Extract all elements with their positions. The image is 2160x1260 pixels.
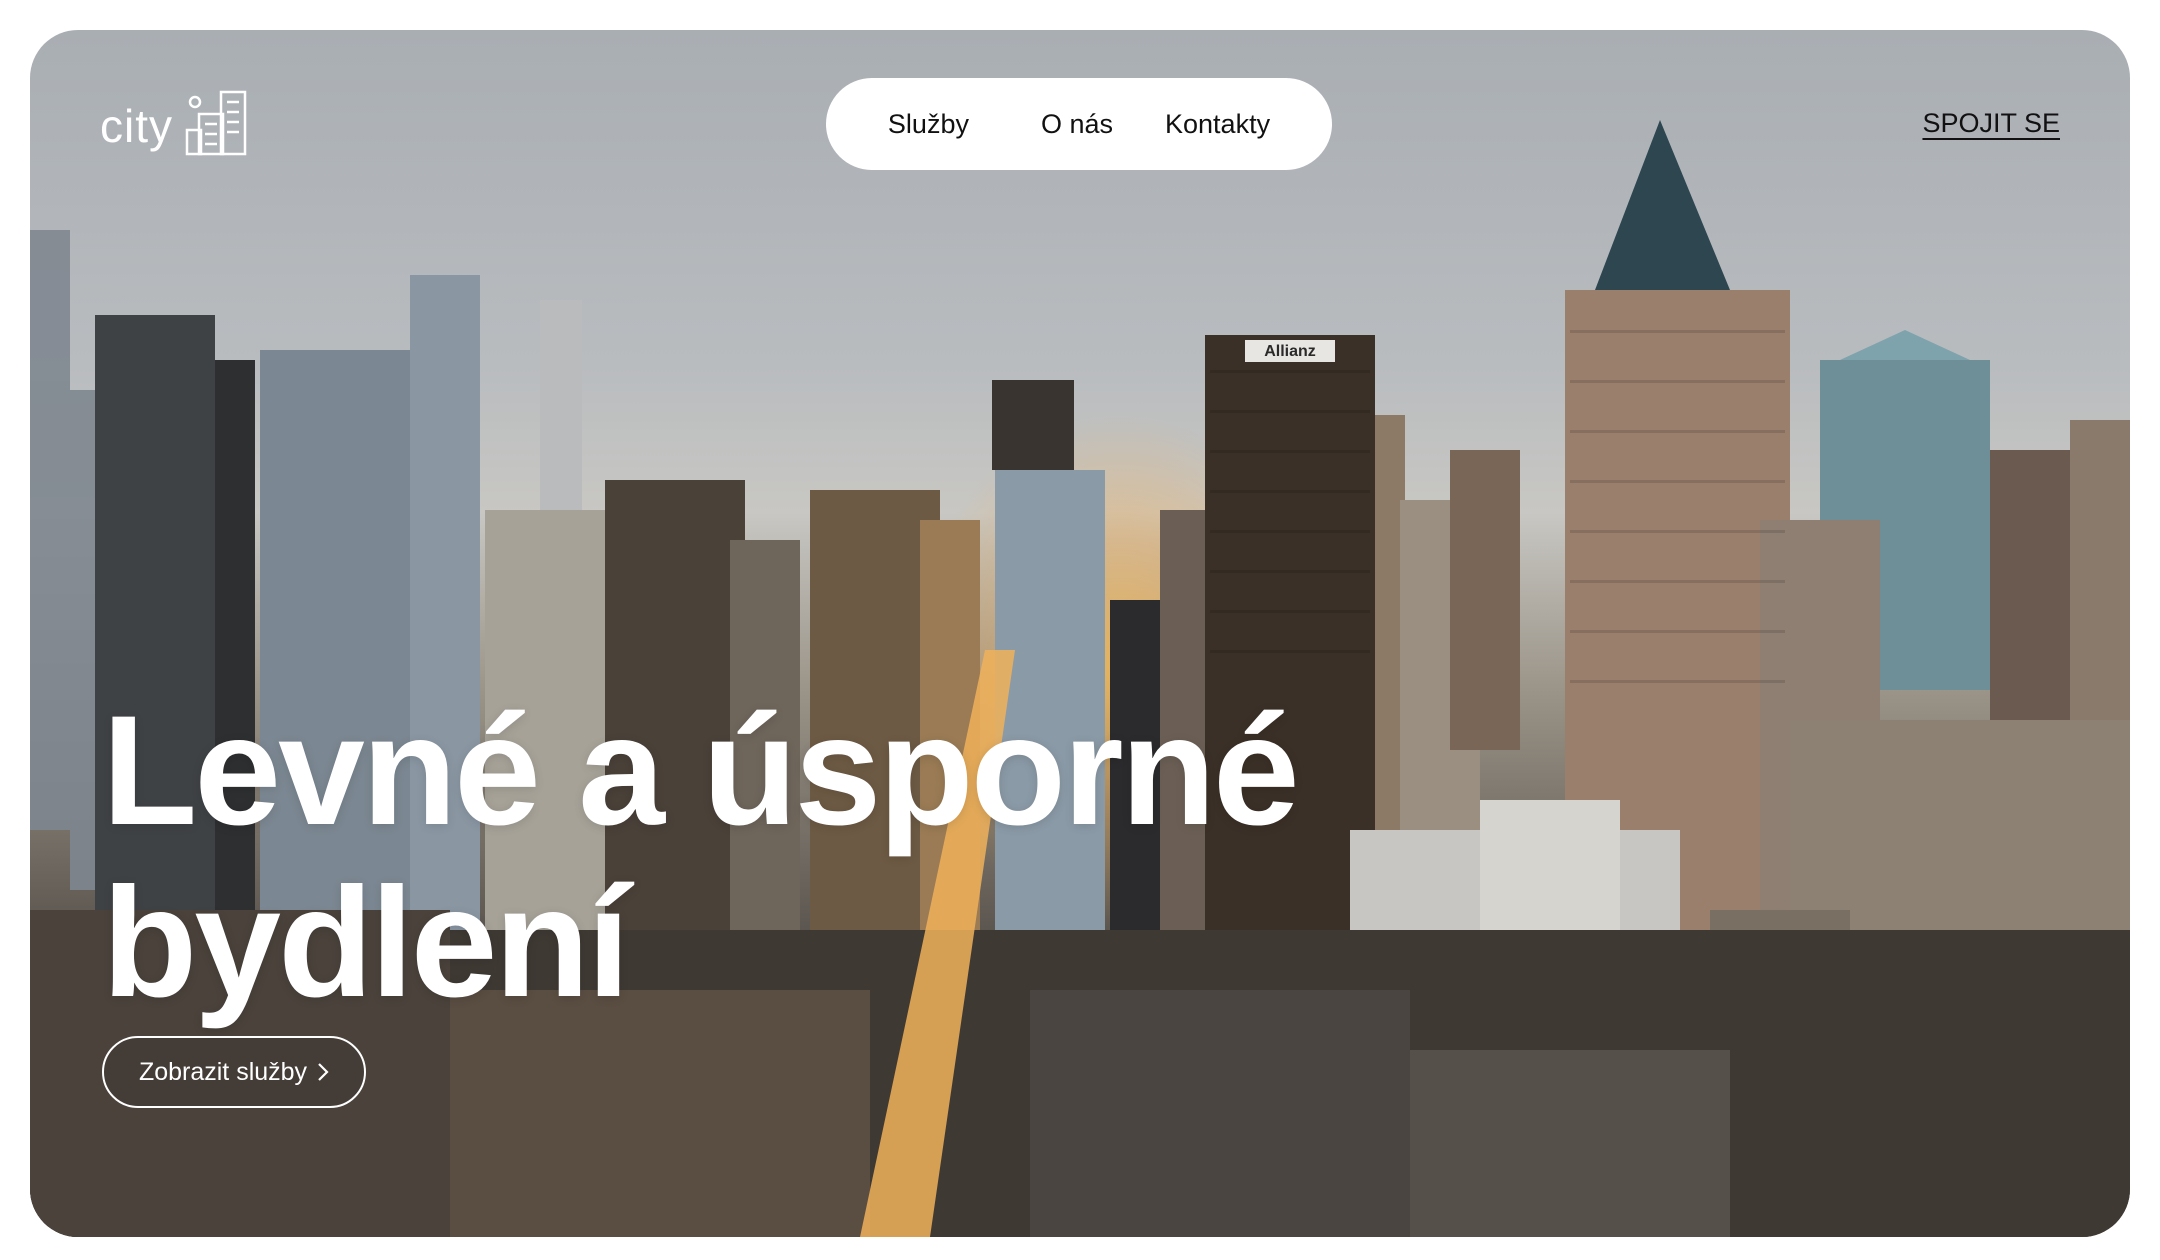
hero-section: Allianz city Služby O nás Kontakty SPOJI… (30, 30, 2130, 1237)
headline-line-2: bydlení (102, 856, 630, 1030)
show-services-button[interactable]: Zobrazit služby (102, 1036, 366, 1108)
logo-text: city (100, 99, 173, 152)
hero-headline: Levné a úsporné bydlení (102, 684, 1300, 1030)
nav-item-o-nas[interactable]: O nás (1041, 109, 1113, 140)
nav-item-sluzby[interactable]: Služby (888, 109, 969, 140)
allianz-sign: Allianz (1264, 343, 1316, 360)
connect-link[interactable]: SPOJIT SE (1922, 108, 2060, 139)
headline-line-1: Levné a úsporné (102, 684, 1300, 858)
cta-label: Zobrazit služby (138, 1057, 308, 1086)
site-logo[interactable]: city (100, 88, 253, 163)
chevron-right-icon (317, 1062, 329, 1082)
main-navigation: Služby O nás Kontakty (826, 78, 1332, 170)
nav-item-kontakty[interactable]: Kontakty (1165, 109, 1270, 140)
city-buildings-icon (183, 88, 253, 163)
